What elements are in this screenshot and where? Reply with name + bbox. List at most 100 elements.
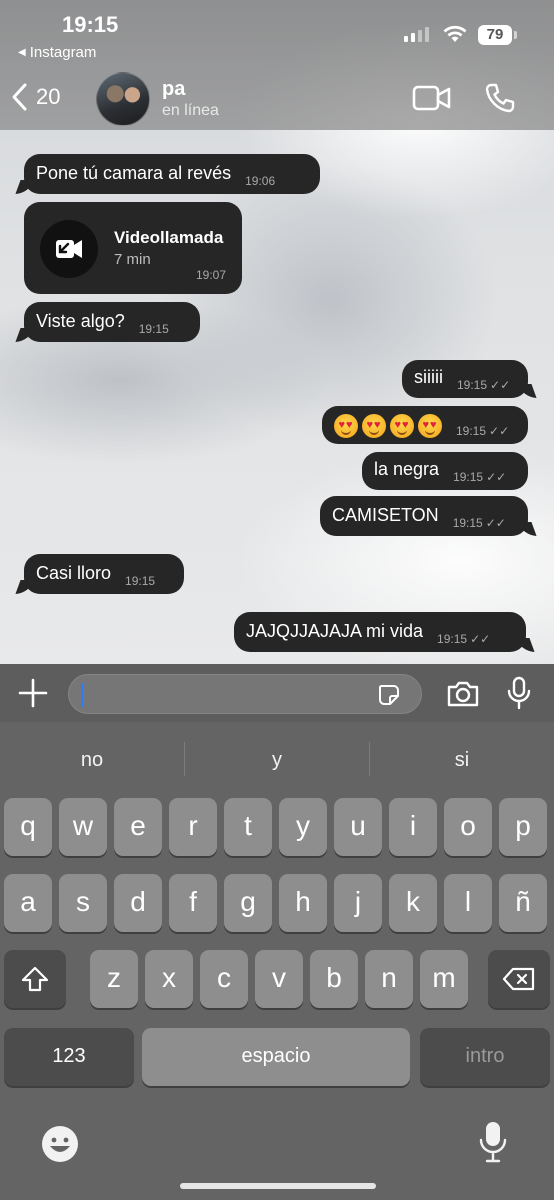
- status-bar: 19:15 ◀ Instagram 79: [0, 0, 554, 70]
- key[interactable]: z: [90, 950, 138, 1008]
- chat-header: 19:15 ◀ Instagram 79 20 pa en línea: [0, 0, 554, 130]
- contact-avatar[interactable]: [96, 72, 150, 126]
- return-key[interactable]: intro: [420, 1028, 550, 1086]
- status-time: 19:15: [62, 12, 119, 37]
- message-composer: [0, 664, 554, 722]
- dictation-mic-icon[interactable]: [478, 1120, 508, 1164]
- message-text: Casi lloro: [36, 563, 112, 583]
- key[interactable]: f: [169, 874, 217, 932]
- heart-eyes-emoji-icon: ♥♥: [390, 414, 414, 438]
- call-icon-circle: [40, 220, 98, 278]
- attach-plus-button[interactable]: [18, 678, 48, 708]
- message-text: la negra: [374, 459, 440, 479]
- message-text: Viste algo?: [36, 311, 125, 331]
- phone-call-button[interactable]: [484, 82, 516, 114]
- key[interactable]: y: [279, 798, 327, 856]
- emoji-row: ♥♥ ♥♥ ♥♥ ♥♥: [334, 414, 442, 444]
- camera-button[interactable]: [446, 680, 480, 708]
- home-indicator[interactable]: [180, 1183, 376, 1189]
- call-duration: 7 min: [114, 251, 151, 268]
- back-to-app-link[interactable]: ◀ Instagram: [18, 44, 96, 61]
- backspace-icon: [502, 967, 535, 991]
- key[interactable]: o: [444, 798, 492, 856]
- shift-key[interactable]: [4, 950, 66, 1008]
- message-outgoing[interactable]: la negra 19:15 ✓✓: [362, 452, 528, 490]
- key[interactable]: v: [255, 950, 303, 1008]
- message-text: CAMISETON: [332, 505, 439, 525]
- key[interactable]: q: [4, 798, 52, 856]
- message-outgoing[interactable]: CAMISETON 19:15 ✓✓: [320, 496, 528, 536]
- sticker-button[interactable]: [377, 683, 401, 707]
- message-meta: 19:15 ✓✓: [456, 424, 510, 438]
- key[interactable]: g: [224, 874, 272, 932]
- message-incoming[interactable]: Viste algo? 19:15: [24, 302, 200, 342]
- key[interactable]: ñ: [499, 874, 547, 932]
- message-text: Pone tú camara al revés: [36, 163, 232, 183]
- key[interactable]: p: [499, 798, 547, 856]
- message-text: JAJQJJAJAJA mi vida: [246, 621, 424, 641]
- message-outgoing[interactable]: siiiii 19:15 ✓✓: [402, 360, 528, 398]
- read-checkmarks-icon: ✓✓: [485, 516, 506, 530]
- key[interactable]: b: [310, 950, 358, 1008]
- back-button[interactable]: 20: [10, 82, 60, 112]
- battery-indicator: 79: [478, 25, 517, 45]
- video-call-log[interactable]: Videollamada 7 min 19:07: [24, 202, 242, 294]
- suggestion-item[interactable]: y: [185, 744, 369, 776]
- contact-name[interactable]: pa: [162, 78, 185, 101]
- numbers-key[interactable]: 123: [4, 1028, 134, 1086]
- read-checkmarks-icon: ✓✓: [490, 378, 511, 392]
- text-cursor: [81, 683, 83, 707]
- shift-arrow-icon: [21, 966, 49, 992]
- key[interactable]: c: [200, 950, 248, 1008]
- key[interactable]: h: [279, 874, 327, 932]
- video-call-button[interactable]: [412, 84, 452, 112]
- key[interactable]: n: [365, 950, 413, 1008]
- delete-key[interactable]: [488, 950, 550, 1008]
- key[interactable]: s: [59, 874, 107, 932]
- message-time: 19:15: [138, 322, 169, 336]
- space-key[interactable]: espacio: [142, 1028, 410, 1086]
- key[interactable]: x: [145, 950, 193, 1008]
- key[interactable]: u: [334, 798, 382, 856]
- message-meta: 19:15 ✓✓: [452, 516, 506, 530]
- message-time: 19:15: [125, 574, 156, 588]
- call-title: Videollamada: [114, 228, 224, 247]
- key[interactable]: r: [169, 798, 217, 856]
- back-triangle-icon: ◀: [18, 47, 26, 58]
- key[interactable]: d: [114, 874, 162, 932]
- wifi-icon: [443, 25, 467, 42]
- heart-eyes-emoji-icon: ♥♥: [334, 414, 358, 438]
- key[interactable]: t: [224, 798, 272, 856]
- message-text: siiiii: [414, 367, 443, 387]
- message-time: 19:07: [195, 268, 226, 282]
- chevron-left-icon: [12, 83, 27, 111]
- cellular-signal-icon: [404, 27, 429, 42]
- voice-message-button[interactable]: [506, 676, 532, 710]
- chat-nav-bar: 20 pa en línea: [0, 70, 554, 130]
- suggestion-item[interactable]: no: [0, 744, 184, 776]
- back-app-label: Instagram: [29, 44, 97, 61]
- read-checkmarks-icon: ✓✓: [486, 470, 507, 484]
- emoji-keyboard-icon[interactable]: [40, 1124, 80, 1164]
- key[interactable]: k: [389, 874, 437, 932]
- key[interactable]: i: [389, 798, 437, 856]
- message-meta: 19:15 ✓✓: [457, 378, 511, 392]
- message-incoming[interactable]: Casi lloro 19:15: [24, 554, 184, 594]
- heart-eyes-emoji-icon: ♥♥: [362, 414, 386, 438]
- key[interactable]: l: [444, 874, 492, 932]
- suggestion-item[interactable]: si: [370, 744, 554, 776]
- message-outgoing[interactable]: JAJQJJAJAJA mi vida 19:15 ✓✓: [234, 612, 526, 652]
- key[interactable]: m: [420, 950, 468, 1008]
- key[interactable]: e: [114, 798, 162, 856]
- key[interactable]: j: [334, 874, 382, 932]
- unread-count: 20: [36, 84, 61, 109]
- heart-eyes-emoji-icon: ♥♥: [418, 414, 442, 438]
- read-checkmarks-icon: ✓✓: [489, 424, 510, 438]
- key[interactable]: w: [59, 798, 107, 856]
- message-time: 19:06: [245, 174, 276, 188]
- message-input[interactable]: [68, 674, 422, 714]
- message-incoming[interactable]: Pone tú camara al revés 19:06: [24, 154, 320, 194]
- key[interactable]: a: [4, 874, 52, 932]
- keyboard: no y si q w e r t y u i o p a s d f g h …: [0, 722, 554, 1200]
- message-outgoing[interactable]: ♥♥ ♥♥ ♥♥ ♥♥ 19:15 ✓✓: [322, 406, 528, 444]
